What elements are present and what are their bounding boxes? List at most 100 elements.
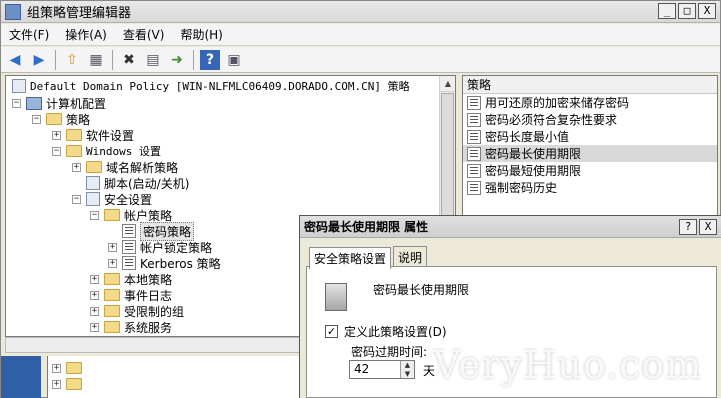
help-icon[interactable]: ? xyxy=(200,49,220,70)
server-icon xyxy=(325,283,347,311)
tree-item-name-resolution[interactable]: + 域名解析策略 xyxy=(72,159,178,175)
policy-list-label: 用可还原的加密来储存密码 xyxy=(485,96,630,110)
toolbar-separator xyxy=(55,49,56,70)
tree-label: 安全设置 xyxy=(104,192,153,207)
expand-icon[interactable]: + xyxy=(52,130,61,140)
show-hide-tree-icon[interactable]: ▦ xyxy=(86,50,106,70)
tree-item-windows-settings[interactable]: − Windows 设置 xyxy=(52,143,161,159)
gpo-editor-window: 组策略管理编辑器 _ □ X 文件(F) 操作(A) 查看(V) 帮助(H) ◀… xyxy=(0,0,721,398)
menu-bar: 文件(F) 操作(A) 查看(V) 帮助(H) xyxy=(1,24,720,46)
policy-list-item[interactable]: 密码长度最小值 xyxy=(463,128,717,145)
policy-list-item[interactable]: 强制密码历史 xyxy=(463,179,717,196)
policy-setting-icon xyxy=(467,146,481,161)
folder-icon xyxy=(104,209,120,221)
tree-label: Windows 设置 xyxy=(86,145,161,158)
delete-icon[interactable]: ✖ xyxy=(119,50,139,70)
toolbar-separator xyxy=(112,49,113,70)
folder-icon xyxy=(66,378,82,390)
properties-icon[interactable]: ▤ xyxy=(143,50,163,70)
dialog-help-button[interactable]: ? xyxy=(679,219,697,235)
expand-icon[interactable]: + xyxy=(90,290,99,300)
increment-icon[interactable]: ▲ xyxy=(401,361,414,370)
tree-item-scripts[interactable]: 脚本(启动/关机) xyxy=(86,175,189,191)
close-button[interactable]: X xyxy=(698,3,716,19)
policy-name-label: 密码最长使用期限 xyxy=(373,283,470,297)
tree-item-security-settings[interactable]: − 安全设置 xyxy=(72,191,152,207)
forward-icon[interactable]: ▶ xyxy=(29,50,49,70)
tree-item-policies[interactable]: − 策略 xyxy=(32,111,90,127)
tree-label: 系统服务 xyxy=(124,320,173,335)
policy-list-item[interactable]: 用可还原的加密来储存密码 xyxy=(463,94,717,111)
folder-icon xyxy=(104,305,120,317)
dialog-tabs: 安全策略设置 说明 xyxy=(309,246,429,269)
expand-icon[interactable]: + xyxy=(108,242,117,252)
decrement-icon[interactable]: ▼ xyxy=(401,369,414,378)
tree-item-local-policies[interactable]: + 本地策略 xyxy=(90,271,172,287)
up-icon[interactable]: ⇧ xyxy=(62,50,82,70)
folder-icon xyxy=(66,129,82,141)
view-icon[interactable]: ▣ xyxy=(224,50,244,70)
background-tree-fragment: + + xyxy=(47,356,302,398)
menu-help[interactable]: 帮助(H) xyxy=(172,26,230,43)
folder-icon xyxy=(104,273,120,285)
expire-days-input[interactable]: 42 xyxy=(350,361,400,378)
tab-explain[interactable]: 说明 xyxy=(393,246,428,268)
tree-item-kerberos-policy[interactable]: + Kerberos 策略 xyxy=(108,255,221,271)
menu-view[interactable]: 查看(V) xyxy=(115,26,173,43)
expand-icon: + xyxy=(52,378,61,389)
security-settings-icon xyxy=(86,192,100,206)
tree-item-root[interactable]: Default Domain Policy [WIN-NLFMLC06409.D… xyxy=(12,78,410,94)
policy-list-item[interactable]: 密码必须符合复杂性要求 xyxy=(463,111,717,128)
expire-days-stepper[interactable]: 42 ▲ ▼ xyxy=(349,360,415,379)
stepper-arrows: ▲ ▼ xyxy=(400,361,414,378)
define-policy-checkbox[interactable]: ✓ xyxy=(325,325,338,338)
collapse-icon[interactable]: − xyxy=(32,114,41,124)
folder-icon xyxy=(104,289,120,301)
tree-label: Kerberos 策略 xyxy=(140,256,221,271)
policy-setting-icon xyxy=(467,180,481,195)
tree-item-event-log[interactable]: + 事件日志 xyxy=(90,287,172,303)
dialog-controls: ? X xyxy=(679,219,717,235)
folder-icon xyxy=(104,321,120,333)
tree-item-computer-config[interactable]: − 计算机配置 xyxy=(12,95,106,111)
menu-action[interactable]: 操作(A) xyxy=(57,26,115,43)
policy-icon xyxy=(122,256,136,270)
policy-list-item[interactable]: 密码最短使用期限 xyxy=(463,162,717,179)
tree-item-software-settings[interactable]: + 软件设置 xyxy=(52,127,134,143)
folder-icon xyxy=(86,161,102,173)
column-header-policy[interactable]: 策略 xyxy=(463,76,717,94)
export-icon[interactable]: ➜ xyxy=(167,50,187,70)
define-policy-checkbox-row[interactable]: ✓ 定义此策略设置(D) xyxy=(325,323,447,340)
policy-icon xyxy=(122,224,136,238)
toolbar: ◀ ▶ ⇧ ▦ ✖ ▤ ➜ ? ▣ xyxy=(1,47,720,73)
tree-item-system-services[interactable]: + 系统服务 xyxy=(90,319,172,335)
tab-security-policy-setting[interactable]: 安全策略设置 xyxy=(309,247,392,269)
tree-item-password-policy[interactable]: 密码策略 xyxy=(122,221,195,241)
policy-list-label: 密码最短使用期限 xyxy=(485,164,582,178)
tree-item-restricted-groups[interactable]: + 受限制的组 xyxy=(90,303,184,319)
policy-list-label: 密码长度最小值 xyxy=(485,130,570,144)
folder-icon xyxy=(46,113,62,125)
collapse-icon[interactable]: − xyxy=(52,146,61,156)
collapse-icon[interactable]: − xyxy=(12,98,21,108)
tree-label: 本地策略 xyxy=(124,272,173,287)
tree-item-lockout-policy[interactable]: + 帐户锁定策略 xyxy=(108,239,212,255)
back-icon[interactable]: ◀ xyxy=(5,50,25,70)
minimize-button[interactable]: _ xyxy=(658,3,676,19)
scroll-up-icon[interactable]: ▲ xyxy=(440,76,455,92)
maximize-button[interactable]: □ xyxy=(678,3,696,19)
expand-icon[interactable]: + xyxy=(90,274,99,284)
expand-icon[interactable]: + xyxy=(90,322,99,332)
background-tree-row: + xyxy=(52,360,86,376)
collapse-icon[interactable]: − xyxy=(72,194,81,204)
collapse-icon[interactable]: − xyxy=(90,210,99,220)
menu-file[interactable]: 文件(F) xyxy=(1,26,57,43)
expand-icon[interactable]: + xyxy=(90,306,99,316)
watermark: VeryHuo.com xyxy=(433,343,703,387)
policy-list-label: 密码必须符合复杂性要求 xyxy=(485,113,618,127)
expand-icon[interactable]: + xyxy=(108,258,117,268)
policy-list-item-selected[interactable]: 密码最长使用期限 xyxy=(463,145,717,162)
policy-list-label: 密码最长使用期限 xyxy=(485,147,582,161)
dialog-close-button[interactable]: X xyxy=(699,219,717,235)
expand-icon[interactable]: + xyxy=(72,162,81,172)
